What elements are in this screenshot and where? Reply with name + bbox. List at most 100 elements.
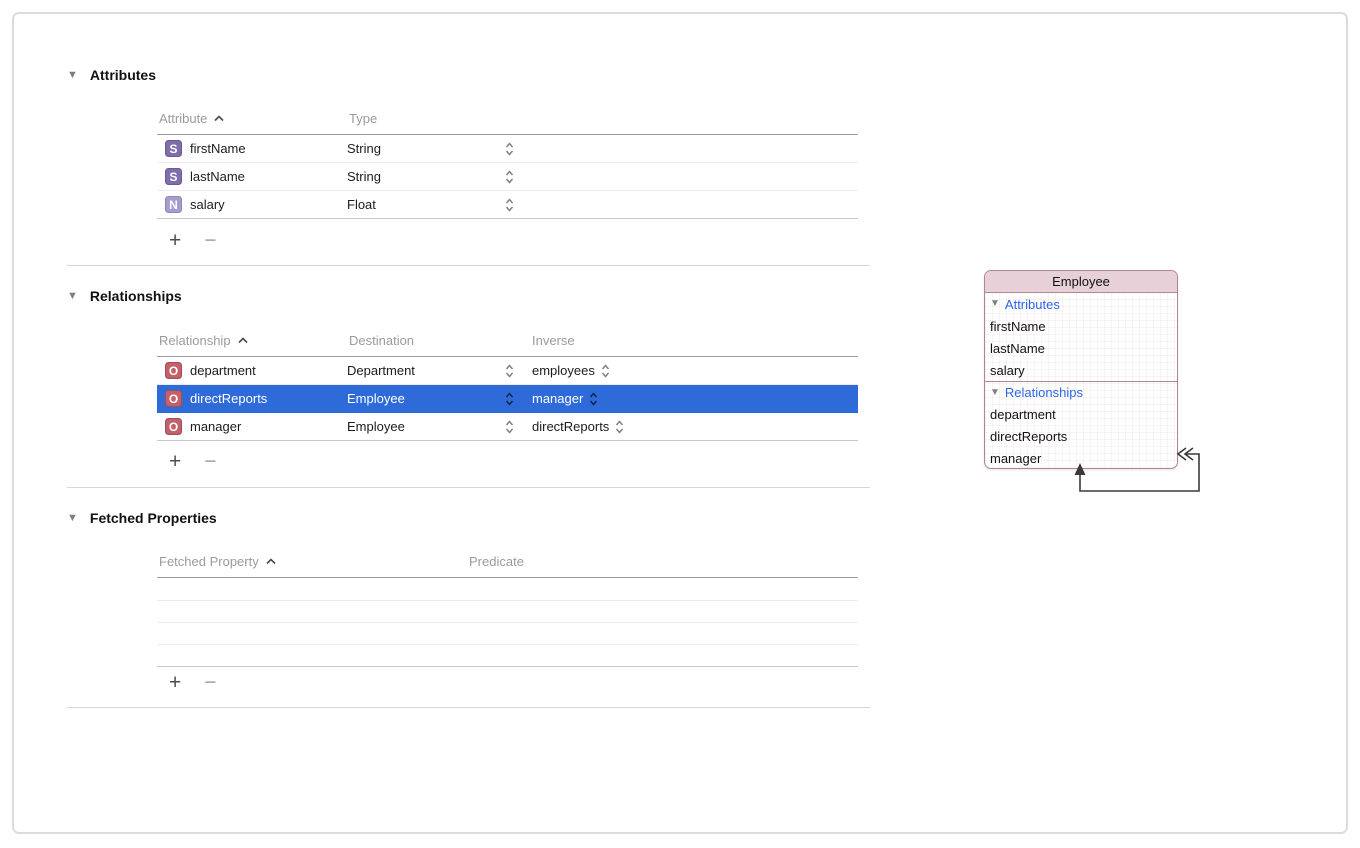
- relationships-section-title: Relationships: [90, 288, 182, 304]
- entity-attribute-item[interactable]: lastName: [985, 337, 1177, 359]
- attribute-name[interactable]: firstName: [190, 141, 246, 156]
- type-column-header[interactable]: Type: [349, 111, 377, 126]
- to-one-arrowhead-icon: [1075, 463, 1086, 475]
- inverse-value[interactable]: manager: [532, 391, 583, 406]
- attributes-section-header: ▼ Attributes: [67, 66, 156, 84]
- inverse-popup-stepper-icon[interactable]: [601, 364, 610, 378]
- remove-relationship-button[interactable]: −: [204, 451, 216, 472]
- attribute-row[interactable]: S firstName String: [157, 135, 858, 163]
- attribute-name[interactable]: lastName: [190, 169, 245, 184]
- relationship-row[interactable]: O manager Employee directReports: [157, 413, 858, 441]
- attribute-type-value[interactable]: String: [347, 141, 381, 156]
- predicate-column-header[interactable]: Predicate: [469, 554, 524, 569]
- attributes-rows: S firstName String S: [157, 135, 858, 219]
- remove-fetched-property-button[interactable]: −: [204, 672, 216, 693]
- disclosure-triangle-icon[interactable]: ▼: [67, 70, 78, 81]
- section-divider: [67, 487, 870, 488]
- entity-attributes-section-row[interactable]: ▼ Attributes: [985, 293, 1177, 315]
- attribute-name[interactable]: salary: [190, 197, 225, 212]
- sort-ascending-icon: [214, 115, 224, 122]
- entity-attribute-name: firstName: [990, 319, 1046, 334]
- relationship-row[interactable]: O directReports Employee manager: [157, 385, 858, 413]
- core-data-model-editor: { "attributes_section": { "title": "Attr…: [0, 0, 1360, 848]
- relationship-type-badge: O: [165, 390, 182, 407]
- destination-column-header[interactable]: Destination: [349, 333, 414, 348]
- attributes-table: Attribute Type S firstName String: [157, 102, 858, 219]
- relationships-add-remove: + −: [169, 449, 217, 473]
- relationships-rows: O department Department employees: [157, 357, 858, 441]
- relationships-table: Relationship Destination Inverse O depar…: [157, 324, 858, 441]
- attribute-type-value[interactable]: String: [347, 169, 381, 184]
- entity-relationship-item[interactable]: department: [985, 403, 1177, 425]
- relationship-row[interactable]: O department Department employees: [157, 357, 858, 385]
- destination-value[interactable]: Employee: [347, 419, 405, 434]
- attribute-row[interactable]: N salary Float: [157, 191, 858, 219]
- inverse-column-header[interactable]: Inverse: [532, 333, 575, 348]
- sort-ascending-icon: [266, 558, 276, 565]
- entity-attribute-name: salary: [990, 363, 1025, 378]
- destination-value[interactable]: Employee: [347, 391, 405, 406]
- inverse-popup-stepper-icon[interactable]: [589, 392, 598, 406]
- fetched-properties-table-header: Fetched Property Predicate: [157, 545, 858, 578]
- remove-attribute-button[interactable]: −: [204, 230, 216, 251]
- section-divider: [67, 707, 870, 708]
- empty-row[interactable]: [157, 623, 858, 645]
- fetched-properties-section-header: ▼ Fetched Properties: [67, 509, 217, 527]
- entity-relationships-label: Relationships: [1005, 385, 1083, 400]
- fetched-properties-section-title: Fetched Properties: [90, 510, 217, 526]
- disclosure-triangle-icon[interactable]: ▼: [990, 388, 1000, 398]
- fetched-properties-table: Fetched Property Predicate: [157, 545, 858, 667]
- attribute-type-badge: N: [165, 196, 182, 213]
- add-fetched-property-button[interactable]: +: [169, 672, 181, 693]
- entity-relationships-section-row[interactable]: ▼ Relationships: [985, 381, 1177, 403]
- attribute-type-badge: S: [165, 168, 182, 185]
- fetched-properties-rows: [157, 578, 858, 667]
- relationship-name[interactable]: manager: [190, 419, 241, 434]
- inverse-value[interactable]: directReports: [532, 419, 609, 434]
- attributes-add-remove: + −: [169, 228, 217, 252]
- attribute-column-header[interactable]: Attribute: [159, 111, 207, 126]
- entity-attributes-list: firstName lastName salary: [985, 315, 1177, 381]
- type-popup-stepper-icon[interactable]: [505, 170, 514, 184]
- entity-attribute-name: lastName: [990, 341, 1045, 356]
- disclosure-triangle-icon[interactable]: ▼: [67, 291, 78, 302]
- empty-row[interactable]: [157, 578, 858, 601]
- entity-relationship-name: department: [990, 407, 1056, 422]
- add-relationship-button[interactable]: +: [169, 451, 181, 472]
- entity-relationship-name: manager: [990, 451, 1041, 466]
- fetched-properties-add-remove: + −: [169, 670, 217, 694]
- sort-ascending-icon: [238, 337, 248, 344]
- destination-value[interactable]: Department: [347, 363, 415, 378]
- type-popup-stepper-icon[interactable]: [505, 142, 514, 156]
- entity-title: Employee: [1052, 274, 1110, 289]
- disclosure-triangle-icon[interactable]: ▼: [990, 299, 1000, 309]
- attribute-type-badge: S: [165, 140, 182, 157]
- relationships-table-header: Relationship Destination Inverse: [157, 324, 858, 357]
- destination-popup-stepper-icon[interactable]: [505, 364, 514, 378]
- entity-attribute-item[interactable]: firstName: [985, 315, 1177, 337]
- relationship-name[interactable]: department: [190, 363, 256, 378]
- inverse-popup-stepper-icon[interactable]: [615, 420, 624, 434]
- attribute-row[interactable]: S lastName String: [157, 163, 858, 191]
- attributes-section-title: Attributes: [90, 67, 156, 83]
- entity-title-bar[interactable]: Employee: [985, 271, 1177, 293]
- add-attribute-button[interactable]: +: [169, 230, 181, 251]
- disclosure-triangle-icon[interactable]: ▼: [67, 513, 78, 524]
- relationship-type-badge: O: [165, 362, 182, 379]
- relationships-section-header: ▼ Relationships: [67, 287, 182, 305]
- fetched-property-column-header[interactable]: Fetched Property: [159, 554, 259, 569]
- inverse-value[interactable]: employees: [532, 363, 595, 378]
- self-relationship-arrow: [1040, 432, 1240, 522]
- destination-popup-stepper-icon[interactable]: [505, 392, 514, 406]
- destination-popup-stepper-icon[interactable]: [505, 420, 514, 434]
- empty-row[interactable]: [157, 601, 858, 623]
- entity-attributes-label: Attributes: [1005, 297, 1060, 312]
- relationship-type-badge: O: [165, 418, 182, 435]
- entity-attribute-item[interactable]: salary: [985, 359, 1177, 381]
- attribute-type-value[interactable]: Float: [347, 197, 376, 212]
- relationship-column-header[interactable]: Relationship: [159, 333, 231, 348]
- empty-row[interactable]: [157, 645, 858, 667]
- attributes-table-header: Attribute Type: [157, 102, 858, 135]
- type-popup-stepper-icon[interactable]: [505, 198, 514, 212]
- relationship-name[interactable]: directReports: [190, 391, 267, 406]
